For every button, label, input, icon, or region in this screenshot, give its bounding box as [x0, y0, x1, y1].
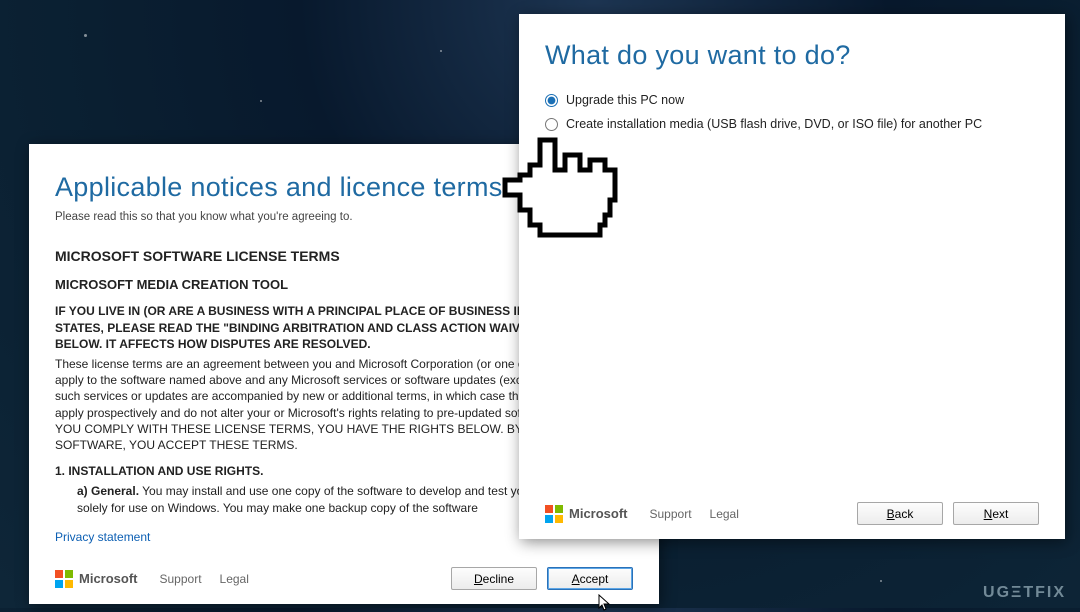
microsoft-logo-icon — [55, 570, 73, 588]
license-footer: Microsoft Support Legal Decline Accept — [55, 567, 633, 590]
legal-link[interactable]: Legal — [710, 507, 739, 521]
support-link[interactable]: Support — [160, 572, 202, 586]
next-button[interactable]: Next — [953, 502, 1039, 525]
choice-footer: Microsoft Support Legal Back Next — [545, 502, 1039, 525]
support-link[interactable]: Support — [650, 507, 692, 521]
decline-button[interactable]: Decline — [451, 567, 537, 590]
decline-button-rest: ecline — [483, 572, 514, 586]
back-button[interactable]: Back — [857, 502, 943, 525]
accept-button-rest: ccept — [580, 572, 609, 586]
choice-dialog: What do you want to do? Upgrade this PC … — [519, 14, 1065, 539]
arrow-cursor-icon — [598, 594, 612, 612]
brand-label: Microsoft — [79, 571, 138, 586]
accept-button[interactable]: Accept — [547, 567, 633, 590]
radio-upgrade-now[interactable]: Upgrade this PC now — [545, 93, 1039, 107]
radio-create-media[interactable]: Create installation media (USB flash dri… — [545, 117, 1039, 131]
brand-label: Microsoft — [569, 506, 628, 521]
radio-upgrade-now-input[interactable] — [545, 94, 558, 107]
microsoft-logo-icon — [545, 505, 563, 523]
watermark: UGΞTFIX — [983, 584, 1066, 602]
privacy-statement-link[interactable]: Privacy statement — [55, 530, 150, 544]
choice-title: What do you want to do? — [545, 40, 1039, 71]
legal-link[interactable]: Legal — [220, 572, 249, 586]
hand-cursor-icon — [490, 135, 620, 265]
radio-upgrade-now-label: Upgrade this PC now — [566, 93, 684, 107]
radio-create-media-label: Create installation media (USB flash dri… — [566, 117, 982, 131]
radio-create-media-input[interactable] — [545, 118, 558, 131]
license-sec1a-label: a) General. — [77, 484, 139, 498]
